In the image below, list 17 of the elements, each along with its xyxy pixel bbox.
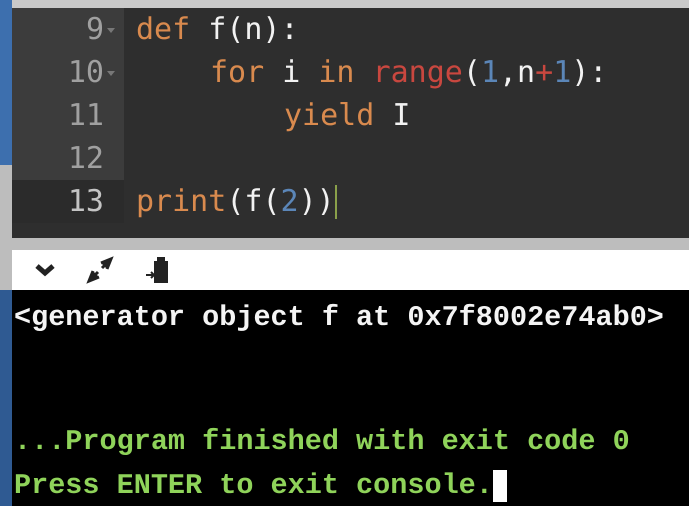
text-cursor [334, 184, 337, 218]
code-line: def f(n): [136, 12, 299, 47]
collapse-chevron-icon[interactable] [34, 263, 56, 277]
code-line: yield I [284, 98, 410, 133]
console-panel[interactable]: <generator object f at 0x7f8002e74ab0> ...Program finished with exit code 0 Press ENTER to exit console. [12, 290, 689, 506]
code-line: print(f(2)) [136, 184, 335, 219]
expand-arrows-icon[interactable] [86, 256, 114, 284]
console-output: <generator object f at 0x7f8002e74ab0> [14, 300, 665, 336]
line-number: 11 [12, 94, 124, 137]
line-number: 12 [12, 137, 124, 180]
line-number: 9 [12, 8, 124, 51]
line-number: 10 [12, 51, 124, 94]
code-line: for i in range(1,n+1): [210, 55, 608, 90]
console-message: ...Program finished with exit code 0 [14, 424, 630, 460]
block-cursor [492, 470, 507, 502]
console-message: Press ENTER to exit console. [14, 468, 493, 504]
code-editor[interactable]: 9 def f(n): 10 for i in range(1,n+1): 11 yield I 12 13 print(f(2)) [12, 8, 689, 238]
